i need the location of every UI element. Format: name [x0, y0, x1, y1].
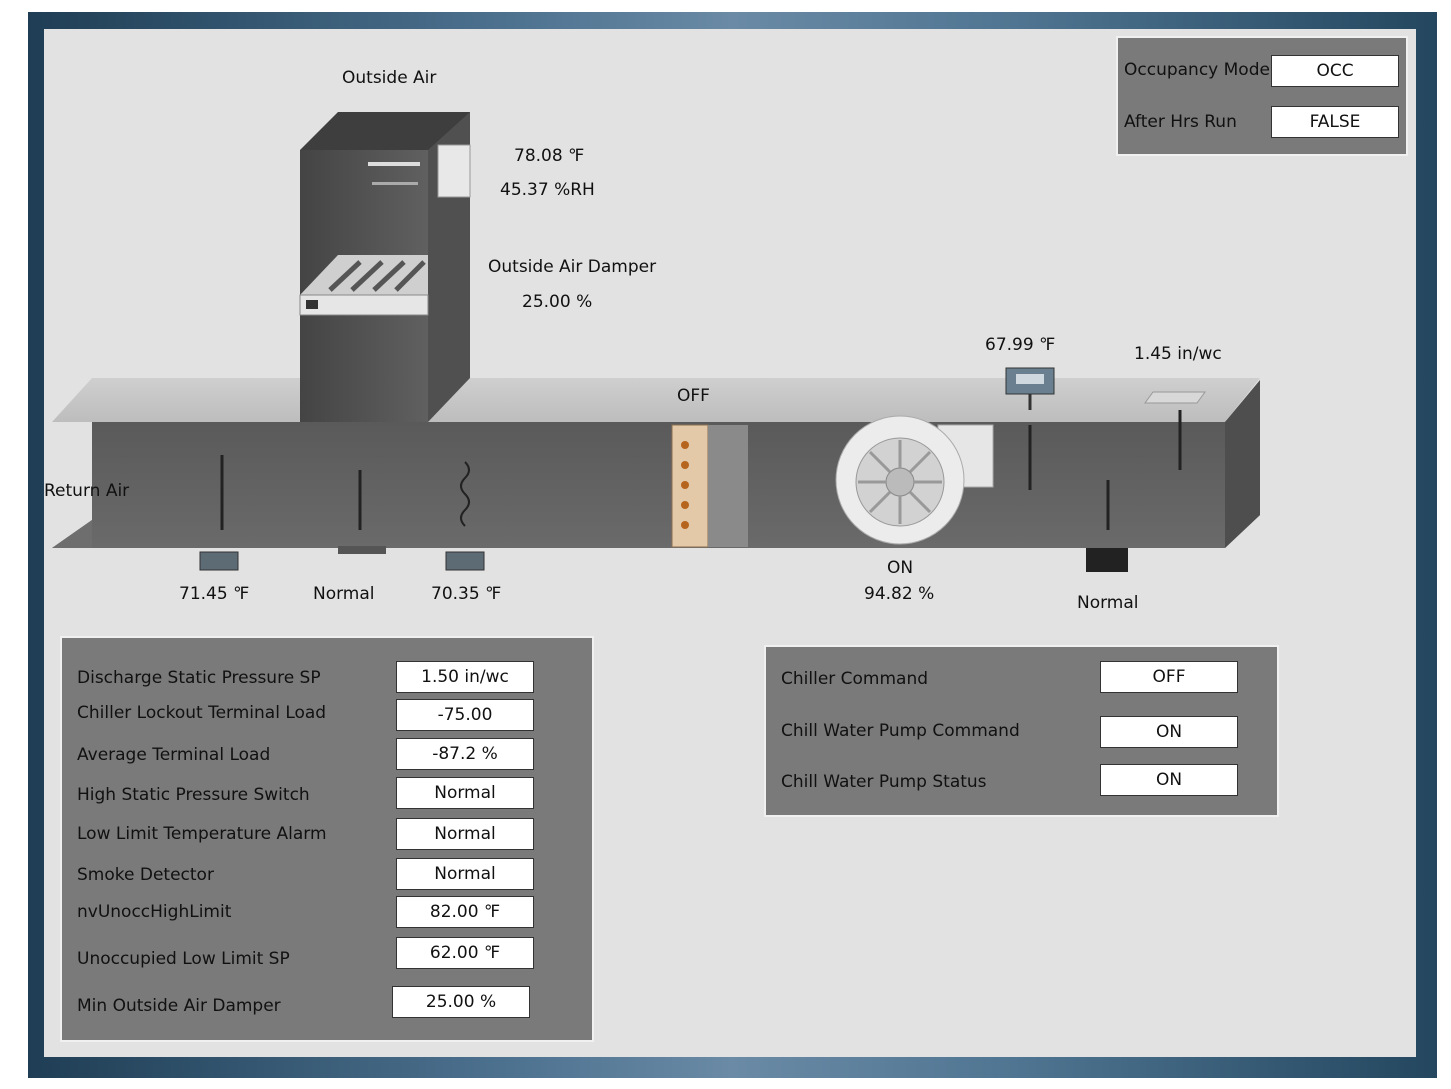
smoke-detector-status: Normal	[1077, 593, 1139, 613]
cooling-coil	[671, 424, 709, 548]
oa-humidity: 45.37 %RH	[500, 180, 595, 200]
discharge-temperature: 67.99 ℉	[985, 335, 1056, 355]
duct-top	[52, 378, 1260, 422]
setting-value[interactable]: 25.00 %	[392, 986, 530, 1018]
chiller-label: Chill Water Pump Command	[781, 721, 1020, 741]
fan-status: ON	[887, 558, 914, 578]
setting-label: Min Outside Air Damper	[77, 996, 281, 1016]
setting-value[interactable]: 62.00 ℉	[396, 937, 534, 969]
setting-label: Average Terminal Load	[77, 745, 271, 765]
settings-panel: Discharge Static Pressure SP 1.50 in/wc …	[60, 636, 594, 1042]
occupancy-mode-label: Occupancy Mode	[1124, 60, 1270, 80]
setting-label: Chiller Lockout Terminal Load	[77, 703, 327, 723]
oa-damper-value: 25.00 %	[522, 292, 593, 312]
after-hrs-label: After Hrs Run	[1124, 112, 1237, 132]
outside-air-label: Outside Air	[342, 68, 437, 88]
setting-value[interactable]: Normal	[396, 777, 534, 809]
setting-value[interactable]: 1.50 in/wc	[396, 661, 534, 693]
setting-label: nvUnoccHighLimit	[77, 902, 232, 922]
after-hrs-value[interactable]: FALSE	[1271, 106, 1399, 138]
setting-label: Unoccupied Low Limit SP	[77, 949, 290, 969]
setting-value[interactable]: -75.00	[396, 699, 534, 731]
chiller-label: Chiller Command	[781, 669, 929, 689]
setting-value[interactable]: -87.2 %	[396, 738, 534, 770]
filter-status: Normal	[313, 584, 375, 604]
mixed-air-temperature: 70.35 ℉	[431, 584, 502, 604]
occupancy-panel: Occupancy Mode OCC After Hrs Run FALSE	[1116, 36, 1408, 156]
oa-damper-label: Outside Air Damper	[488, 257, 657, 277]
chw-pump-command-value[interactable]: ON	[1100, 716, 1238, 748]
coil-status: OFF	[677, 386, 710, 406]
setting-value[interactable]: 82.00 ℉	[396, 896, 534, 928]
setting-label: Smoke Detector	[77, 865, 214, 885]
setting-label: Discharge Static Pressure SP	[77, 668, 321, 688]
chw-pump-status-value[interactable]: ON	[1100, 764, 1238, 796]
chiller-panel: Chiller Command OFF Chill Water Pump Com…	[764, 645, 1279, 817]
setting-label: High Static Pressure Switch	[77, 785, 310, 805]
chiller-label: Chill Water Pump Status	[781, 772, 987, 792]
oa-temperature: 78.08 ℉	[514, 146, 585, 166]
duct-static-pressure: 1.45 in/wc	[1134, 344, 1222, 364]
setting-value[interactable]: Normal	[396, 818, 534, 850]
fan-speed: 94.82 %	[864, 584, 935, 604]
occupancy-mode-value[interactable]: OCC	[1271, 55, 1399, 87]
return-air-label: Return Air	[44, 481, 130, 501]
setting-label: Low Limit Temperature Alarm	[77, 824, 327, 844]
return-air-temperature: 71.45 ℉	[179, 584, 250, 604]
chiller-command-value[interactable]: OFF	[1100, 661, 1238, 693]
setting-value[interactable]: Normal	[396, 858, 534, 890]
